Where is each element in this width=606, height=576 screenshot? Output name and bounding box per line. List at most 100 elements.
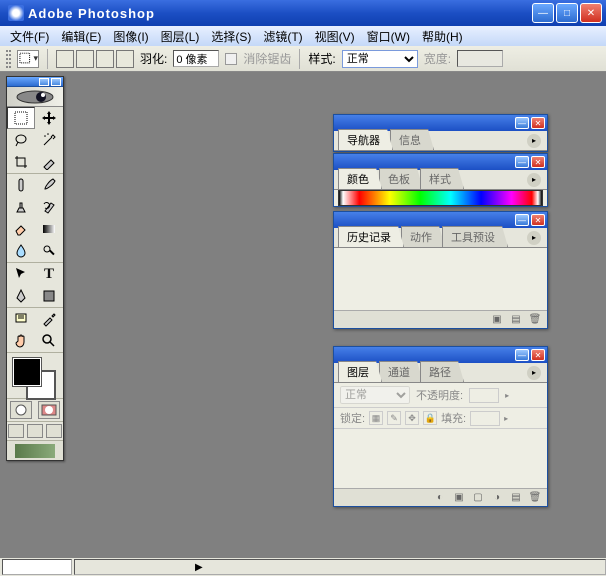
- new-layer-button[interactable]: ▤: [508, 491, 524, 505]
- menu-edit[interactable]: 编辑(E): [55, 26, 107, 47]
- layer-style-button[interactable]: ◐: [432, 491, 448, 505]
- options-grip[interactable]: [6, 50, 11, 68]
- navigator-titlebar[interactable]: — ✕: [334, 115, 547, 131]
- menu-view[interactable]: 视图(V): [309, 26, 361, 47]
- close-button[interactable]: ✕: [580, 3, 602, 23]
- toolbox-close-button[interactable]: [51, 78, 61, 86]
- antialias-checkbox[interactable]: [225, 53, 237, 65]
- menu-layer[interactable]: 图层(L): [155, 26, 206, 47]
- shape-tool[interactable]: [35, 285, 63, 307]
- current-tool-icon[interactable]: ▾: [17, 50, 39, 68]
- pen-tool[interactable]: [7, 285, 35, 307]
- navigator-close-button[interactable]: ✕: [531, 117, 545, 129]
- menu-file[interactable]: 文件(F): [4, 26, 55, 47]
- toolbox-minimize-button[interactable]: [39, 78, 49, 86]
- healing-brush-tool[interactable]: [7, 174, 35, 196]
- titlebar: Adobe Photoshop — □ ✕: [0, 0, 606, 26]
- color-close-button[interactable]: ✕: [531, 156, 545, 168]
- toolbox-titlebar[interactable]: [7, 77, 63, 87]
- tab-history[interactable]: 历史记录: [338, 226, 404, 247]
- selection-intersect-button[interactable]: [116, 50, 134, 68]
- layers-menu-button[interactable]: ▸: [527, 366, 541, 380]
- notes-tool[interactable]: [7, 308, 35, 330]
- color-minimize-button[interactable]: —: [515, 156, 529, 168]
- magic-wand-tool[interactable]: [35, 129, 63, 151]
- style-select[interactable]: 正常: [342, 50, 418, 68]
- navigator-minimize-button[interactable]: —: [515, 117, 529, 129]
- crop-tool[interactable]: [7, 151, 35, 173]
- tab-info[interactable]: 信息: [390, 129, 434, 150]
- zoom-input[interactable]: [2, 559, 72, 575]
- tab-styles[interactable]: 样式: [420, 168, 464, 189]
- marquee-tool[interactable]: [7, 107, 35, 129]
- tab-actions[interactable]: 动作: [401, 226, 445, 247]
- standard-mode-button[interactable]: [10, 401, 32, 419]
- history-menu-button[interactable]: ▸: [527, 231, 541, 245]
- menu-window[interactable]: 窗口(W): [361, 26, 416, 47]
- tab-tool-presets[interactable]: 工具预设: [442, 226, 508, 247]
- history-delete-button[interactable]: 🗑: [527, 313, 543, 327]
- history-list[interactable]: [334, 248, 547, 310]
- screenmode-full-button[interactable]: [46, 424, 62, 438]
- move-tool[interactable]: [35, 107, 63, 129]
- style-label: 样式:: [308, 50, 335, 67]
- color-spectrum[interactable]: [338, 190, 543, 206]
- slice-tool[interactable]: [35, 151, 63, 173]
- history-minimize-button[interactable]: —: [515, 214, 529, 226]
- navigator-menu-button[interactable]: ▸: [527, 134, 541, 148]
- layers-close-button[interactable]: ✕: [531, 349, 545, 361]
- tab-paths[interactable]: 路径: [420, 361, 464, 382]
- jump-to-imageready[interactable]: [7, 440, 63, 460]
- menu-image[interactable]: 图像(I): [107, 26, 154, 47]
- selection-subtract-button[interactable]: [96, 50, 114, 68]
- feather-input[interactable]: [173, 50, 219, 67]
- layer-mask-button[interactable]: ▣: [451, 491, 467, 505]
- screenmode-fullmenu-button[interactable]: [27, 424, 43, 438]
- dodge-tool[interactable]: [35, 240, 63, 262]
- menu-filter[interactable]: 滤镜(T): [257, 26, 308, 47]
- history-titlebar[interactable]: — ✕: [334, 212, 547, 228]
- selection-add-button[interactable]: [76, 50, 94, 68]
- history-close-button[interactable]: ✕: [531, 214, 545, 226]
- fill-input: [470, 411, 500, 426]
- color-menu-button[interactable]: ▸: [527, 173, 541, 187]
- layers-minimize-button[interactable]: —: [515, 349, 529, 361]
- eraser-tool[interactable]: [7, 218, 35, 240]
- maximize-button[interactable]: □: [556, 3, 578, 23]
- hand-tool[interactable]: [7, 330, 35, 352]
- imageready-icon: [15, 444, 55, 458]
- tab-layers[interactable]: 图层: [338, 361, 382, 382]
- minimize-button[interactable]: —: [532, 3, 554, 23]
- tab-channels[interactable]: 通道: [379, 361, 423, 382]
- layers-list[interactable]: [334, 428, 547, 488]
- clone-stamp-tool[interactable]: [7, 196, 35, 218]
- color-titlebar[interactable]: — ✕: [334, 154, 547, 170]
- tab-swatches[interactable]: 色板: [379, 168, 423, 189]
- zoom-tool[interactable]: [35, 330, 63, 352]
- eyedropper-tool[interactable]: [35, 308, 63, 330]
- adjustment-layer-button[interactable]: ◑: [489, 491, 505, 505]
- lasso-tool[interactable]: [7, 129, 35, 151]
- path-selection-tool[interactable]: [7, 263, 35, 285]
- screenmode-row: [7, 421, 63, 440]
- history-snapshot-button[interactable]: ▣: [489, 313, 505, 327]
- tab-color[interactable]: 颜色: [338, 168, 382, 189]
- status-menu-icon[interactable]: ▶: [195, 562, 203, 573]
- history-newdoc-button[interactable]: ▤: [508, 313, 524, 327]
- history-brush-tool[interactable]: [35, 196, 63, 218]
- layer-set-button[interactable]: ▢: [470, 491, 486, 505]
- foreground-color-swatch[interactable]: [13, 358, 41, 386]
- selection-new-button[interactable]: [56, 50, 74, 68]
- screenmode-standard-button[interactable]: [8, 424, 24, 438]
- menu-select[interactable]: 选择(S): [205, 26, 257, 47]
- blur-tool[interactable]: [7, 240, 35, 262]
- brush-tool[interactable]: [35, 174, 63, 196]
- menu-help[interactable]: 帮助(H): [416, 26, 469, 47]
- layers-titlebar[interactable]: — ✕: [334, 347, 547, 363]
- delete-layer-button[interactable]: 🗑: [527, 491, 543, 505]
- tab-navigator[interactable]: 导航器: [338, 129, 393, 150]
- status-info-field[interactable]: ▶: [74, 559, 606, 575]
- quickmask-mode-button[interactable]: [38, 401, 60, 419]
- type-tool[interactable]: T: [35, 263, 63, 285]
- gradient-tool[interactable]: [35, 218, 63, 240]
